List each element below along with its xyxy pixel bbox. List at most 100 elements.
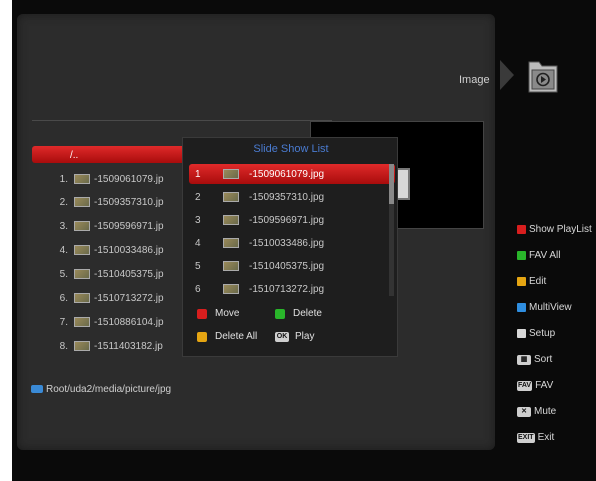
- playlist-item[interactable]: 4 -1510033486.jpg: [195, 235, 324, 251]
- playlist-item[interactable]: 1 -1509061079.jpg: [195, 166, 324, 182]
- delete-all-hint: Delete All: [197, 331, 257, 342]
- blue-key-icon: [517, 303, 526, 312]
- file-name: -1509596971.jp: [94, 220, 164, 232]
- green-key-icon: [517, 251, 526, 260]
- play-label: Play: [295, 331, 315, 342]
- mute-label: Mute: [534, 406, 557, 417]
- setup-hint: Setup: [517, 328, 555, 339]
- fav-all-label: FAV All: [529, 250, 561, 261]
- jpg-thumbnail-icon: [223, 192, 239, 202]
- jpg-thumbnail-icon: [74, 245, 90, 255]
- red-key-icon: [197, 308, 207, 319]
- multiview-hint: MultiView: [517, 302, 572, 313]
- jpg-thumbnail-icon: [223, 284, 239, 294]
- play-hint: OK Play: [275, 331, 314, 342]
- file-index: 7.: [59, 316, 68, 328]
- delete-label: Delete: [293, 308, 322, 319]
- file-item[interactable]: 2. -1509357310.jp: [46, 195, 164, 209]
- divider: [32, 120, 332, 121]
- move-hint: Move: [197, 308, 239, 319]
- playlist-file-name: -1510033486.jpg: [249, 237, 325, 249]
- jpg-thumbnail-icon: [74, 341, 90, 351]
- jpg-thumbnail-icon: [223, 169, 239, 179]
- jpg-thumbnail-icon: [74, 221, 90, 231]
- playlist-item[interactable]: 3 -1509596971.jpg: [195, 212, 324, 228]
- slide-show-list-dialog: Slide Show List 1 -1509061079.jpg 2 -150…: [182, 137, 398, 357]
- jpg-thumbnail-icon: [223, 238, 239, 248]
- browser-selected-row[interactable]: [32, 146, 190, 163]
- mute-hint: ✕ Mute: [517, 406, 556, 417]
- jpg-thumbnail-icon: [74, 269, 90, 279]
- parent-folder-item[interactable]: /..: [70, 150, 78, 161]
- playlist-index: 6: [195, 283, 201, 295]
- setup-label: Setup: [529, 328, 556, 339]
- file-index: 5.: [59, 268, 68, 280]
- file-index: 1.: [59, 173, 68, 185]
- playlist-item[interactable]: 6 -1510713272.jpg: [195, 281, 324, 297]
- file-name: -1509061079.jp: [94, 173, 164, 185]
- file-item[interactable]: 4. -1510033486.jp: [46, 243, 164, 257]
- sort-key-icon: ▦: [517, 354, 531, 365]
- exit-hint: EXIT Exit: [517, 432, 554, 443]
- edit-hint: Edit: [517, 276, 546, 287]
- ok-key-icon: OK: [275, 331, 289, 342]
- dialog-title: Slide Show List: [253, 143, 329, 155]
- jpg-thumbnail-icon: [223, 215, 239, 225]
- file-index: 3.: [59, 220, 68, 232]
- file-item[interactable]: 8. -1511403182.jp: [46, 339, 163, 353]
- white-key-icon: [517, 329, 526, 338]
- file-item[interactable]: 7. -1510886104.jp: [46, 315, 164, 329]
- playlist-file-name: -1509357310.jpg: [249, 191, 325, 203]
- green-key-icon: [275, 308, 285, 319]
- playlist-file-name: -1510405375.jpg: [249, 260, 325, 272]
- file-item[interactable]: 5. -1510405375.jp: [46, 267, 164, 281]
- edit-label: Edit: [529, 276, 547, 287]
- playlist-index: 3: [195, 214, 201, 226]
- playlist-file-name: -1509596971.jpg: [249, 214, 325, 226]
- usb-drive-icon: [31, 385, 43, 393]
- yellow-key-icon: [197, 331, 207, 342]
- playlist-scrollbar-thumb[interactable]: [389, 164, 394, 204]
- file-name: -1510033486.jp: [94, 244, 164, 256]
- image-folder-icon: [523, 54, 563, 96]
- fav-key-icon: FAV: [517, 380, 533, 391]
- file-name: -1510713272.jp: [94, 292, 164, 304]
- playlist-item[interactable]: 2 -1509357310.jpg: [195, 189, 324, 205]
- file-item[interactable]: 1. -1509061079.jp: [46, 172, 164, 186]
- mute-key-icon: ✕: [517, 406, 531, 417]
- preview-placeholder-icon: [396, 168, 410, 200]
- playlist-index: 5: [195, 260, 201, 272]
- playlist-item[interactable]: 5 -1510405375.jpg: [195, 258, 324, 274]
- screen: Image /.. 1. -1509061079.jp 2. -15093573…: [0, 0, 596, 481]
- path-text: Root/uda2/media/picture/jpg: [46, 383, 172, 395]
- fav-all-hint: FAV All: [517, 250, 561, 261]
- show-playlist-hint: Show PlayList: [517, 224, 592, 235]
- fav-label: FAV: [535, 380, 554, 391]
- jpg-thumbnail-icon: [74, 317, 90, 327]
- playlist-index: 2: [195, 191, 201, 203]
- jpg-thumbnail-icon: [74, 174, 90, 184]
- file-index: 2.: [59, 196, 68, 208]
- file-name: -1510405375.jp: [94, 268, 164, 280]
- yellow-key-icon: [517, 277, 526, 286]
- multiview-label: MultiView: [529, 302, 572, 313]
- sort-label: Sort: [534, 354, 553, 365]
- file-index: 4.: [59, 244, 68, 256]
- current-path: Root/uda2/media/picture/jpg: [31, 383, 171, 395]
- file-item[interactable]: 3. -1509596971.jp: [46, 219, 164, 233]
- left-border: [0, 0, 12, 481]
- file-name: -1511403182.jp: [94, 340, 163, 352]
- sort-hint: ▦ Sort: [517, 354, 552, 365]
- file-item[interactable]: 6. -1510713272.jp: [46, 291, 164, 305]
- exit-label: Exit: [537, 432, 555, 443]
- playlist-file-name: -1510713272.jpg: [249, 283, 325, 295]
- mode-label: Image: [459, 74, 490, 86]
- jpg-thumbnail-icon: [74, 293, 90, 303]
- move-label: Move: [215, 308, 240, 319]
- file-index: 8.: [59, 340, 68, 352]
- jpg-thumbnail-icon: [74, 197, 90, 207]
- jpg-thumbnail-icon: [223, 261, 239, 271]
- delete-all-label: Delete All: [215, 331, 258, 342]
- delete-hint: Delete: [275, 308, 322, 319]
- playlist-index: 1: [195, 168, 201, 180]
